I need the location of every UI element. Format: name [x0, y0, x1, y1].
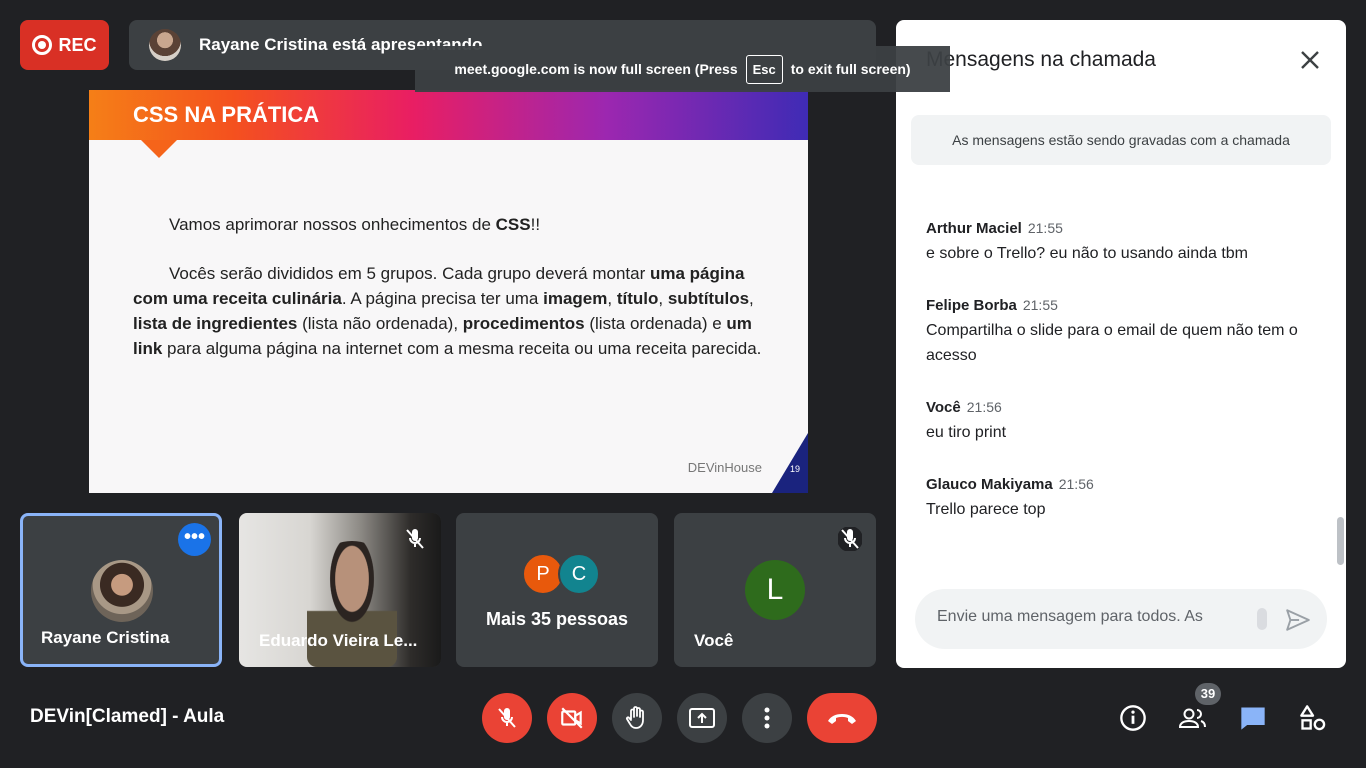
- present-icon: [689, 708, 715, 728]
- chat-panel: Mensagens na chamada As mensagens estão …: [896, 20, 1346, 668]
- camera-off-icon: [561, 707, 583, 729]
- tile-name: Você: [694, 631, 734, 650]
- message-text: Trello parece top: [926, 501, 1046, 518]
- message-text: Compartilha o slide para o email de quem…: [926, 322, 1298, 364]
- more-vert-icon: [764, 707, 770, 729]
- message-time: 21:55: [1022, 297, 1058, 313]
- leave-call-button[interactable]: [807, 693, 877, 743]
- slide-paragraph-2: Vocês serão divididos em 5 grupos. Cada …: [133, 264, 762, 358]
- message-time: 21:56: [966, 399, 1002, 415]
- send-icon[interactable]: [1285, 607, 1311, 633]
- slide-footer: DEVinHouse: [687, 460, 762, 475]
- more-options-icon[interactable]: •••: [178, 523, 211, 556]
- info-icon: [1120, 705, 1146, 731]
- meeting-title: DEVin[Clamed] - Aula: [30, 706, 225, 727]
- message-author: Glauco Makiyama: [926, 476, 1053, 493]
- slide-body: Vamos aprimorar nossos onhecimentos de C…: [133, 212, 773, 385]
- slide-notch: [141, 140, 177, 158]
- tile-name: Rayane Cristina: [41, 628, 170, 647]
- chat-title: Mensagens na chamada: [926, 48, 1156, 71]
- message-text: eu tiro print: [926, 424, 1007, 441]
- tile-eduardo[interactable]: Eduardo Vieira Le...: [239, 513, 441, 667]
- tile-self[interactable]: L Você: [674, 513, 876, 667]
- mic-off-icon: [498, 708, 516, 728]
- presentation-slide: CSS NA PRÁTICA Vamos aprimorar nossos on…: [89, 90, 808, 493]
- tile-name: Eduardo Vieira Le...: [259, 631, 418, 650]
- chat-message: Glauco Makiyama 21:56 Trello parece top: [926, 476, 1326, 522]
- mic-toggle-button[interactable]: [482, 693, 532, 743]
- slide-page-number: 19: [789, 464, 800, 474]
- fullscreen-notice: meet.google.com is now full screen (Pres…: [415, 46, 950, 92]
- raise-hand-button[interactable]: [612, 693, 662, 743]
- tile-rayane[interactable]: ••• Rayane Cristina: [20, 513, 222, 667]
- people-icon: [1178, 708, 1206, 728]
- participant-avatars: P C: [522, 553, 602, 595]
- avatar: C: [558, 553, 600, 595]
- input-scroll-indicator: [1257, 608, 1267, 630]
- esc-key: Esc: [745, 54, 783, 84]
- people-button[interactable]: [1178, 703, 1208, 733]
- message-author: Felipe Borba: [926, 297, 1017, 314]
- chat-button[interactable]: [1238, 703, 1268, 733]
- avatar: [91, 560, 153, 622]
- activities-button[interactable]: [1298, 703, 1328, 733]
- recording-indicator[interactable]: REC: [20, 20, 109, 70]
- camera-toggle-button[interactable]: [547, 693, 597, 743]
- message-author: Você: [926, 399, 961, 416]
- chat-message: Felipe Borba 21:55 Compartilha o slide pa…: [926, 297, 1326, 368]
- fullscreen-notice-after: to exit full screen): [790, 61, 911, 77]
- slide-paragraph-1: Vamos aprimorar nossos onhecimentos de C…: [169, 215, 541, 234]
- message-time: 21:55: [1027, 220, 1063, 236]
- meeting-details-button[interactable]: [1118, 703, 1148, 733]
- slide-corner: [772, 433, 808, 493]
- raise-hand-icon: [625, 706, 644, 729]
- more-options-button[interactable]: [742, 693, 792, 743]
- avatar: L: [745, 560, 805, 620]
- mic-off-icon: [406, 529, 424, 549]
- chat-input-container: [915, 589, 1327, 649]
- chat-message: Você 21:56 eu tiro print: [926, 399, 1326, 445]
- message-list: Arthur Maciel 21:55 e sobre o Trello? eu …: [926, 220, 1326, 553]
- chat-scrollbar[interactable]: [1337, 517, 1344, 565]
- slide-title: CSS NA PRÁTICA: [133, 102, 320, 127]
- message-text: e sobre o Trello? eu não to usando ainda…: [926, 245, 1248, 262]
- participants-count-badge: 39: [1195, 683, 1221, 705]
- message-time: 21:56: [1058, 476, 1094, 492]
- recording-notice: As mensagens estão sendo gravadas com a …: [911, 115, 1331, 165]
- presenter-avatar: [149, 29, 181, 61]
- activities-icon: [1300, 705, 1326, 731]
- chat-icon: [1241, 707, 1265, 730]
- close-icon[interactable]: [1298, 48, 1322, 72]
- end-call-icon: [828, 714, 856, 724]
- present-now-button[interactable]: [677, 693, 727, 743]
- tile-name: Mais 35 pessoas: [485, 609, 629, 629]
- recording-label: REC: [58, 34, 97, 55]
- tile-more-people[interactable]: P C Mais 35 pessoas: [456, 513, 658, 667]
- chat-message-input[interactable]: [935, 607, 1239, 627]
- fullscreen-notice-before: meet.google.com is now full screen (Pres…: [454, 61, 738, 77]
- mic-off-icon: [838, 527, 862, 551]
- chat-message: Arthur Maciel 21:55 e sobre o Trello? eu …: [926, 220, 1326, 266]
- record-icon: [32, 35, 53, 55]
- message-author: Arthur Maciel: [926, 220, 1022, 237]
